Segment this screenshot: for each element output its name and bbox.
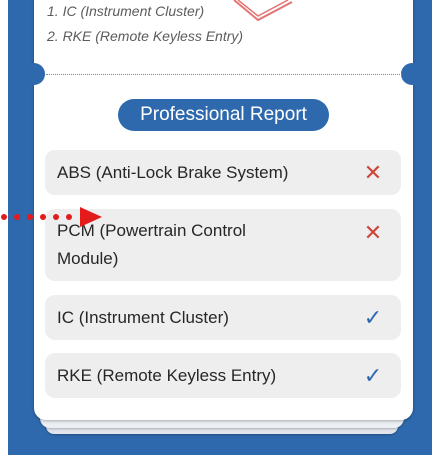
summary-item: 2. RKE (Remote Keyless Entry) bbox=[47, 28, 244, 44]
report-item-label: IC (Instrument Cluster) bbox=[57, 308, 229, 327]
check-icon: ✓ bbox=[363, 363, 383, 388]
ticket-notch-right bbox=[401, 63, 423, 85]
report-item-label: RKE (Remote Keyless Entry) bbox=[57, 366, 277, 385]
cross-icon: ✕ bbox=[363, 220, 383, 245]
pointer-arrow-icon bbox=[1, 207, 102, 227]
report-item-label: Module) bbox=[57, 249, 119, 268]
stamp-graphic bbox=[233, 0, 293, 22]
report-item-rke[interactable]: RKE (Remote Keyless Entry) ✓ bbox=[45, 353, 401, 398]
cross-icon: ✕ bbox=[363, 160, 383, 185]
report-item-label: ABS (Anti-Lock Brake System) bbox=[57, 163, 289, 182]
dotted-divider bbox=[46, 74, 402, 75]
summary-item: 1. IC (Instrument Cluster) bbox=[47, 3, 205, 19]
ticket-notch-left bbox=[23, 63, 45, 85]
check-icon: ✓ bbox=[363, 305, 383, 330]
professional-report-title: Professional Report bbox=[118, 99, 329, 131]
report-item-ic[interactable]: IC (Instrument Cluster) ✓ bbox=[45, 295, 401, 340]
report-item-abs[interactable]: ABS (Anti-Lock Brake System) ✕ bbox=[45, 150, 401, 195]
